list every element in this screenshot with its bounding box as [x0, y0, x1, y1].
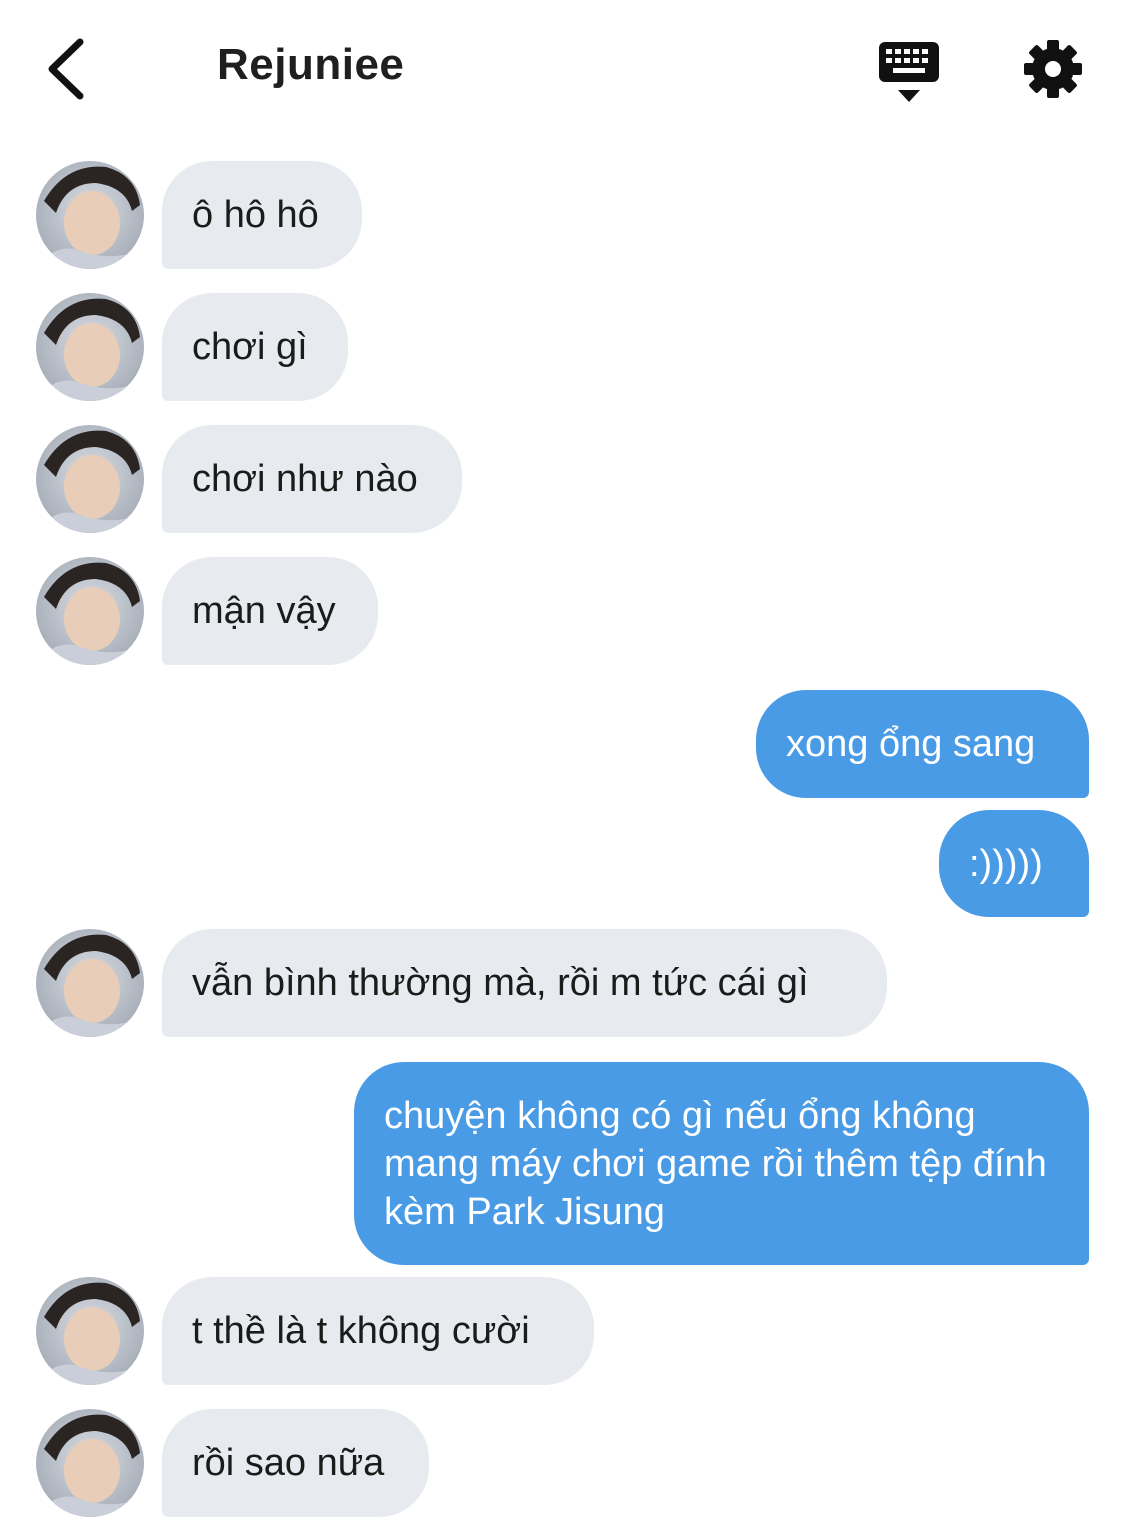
back-button[interactable]: [40, 36, 100, 102]
conversation-title: Rejuniee: [217, 40, 405, 89]
settings-button[interactable]: [1022, 38, 1084, 100]
keyboard-button[interactable]: [876, 40, 942, 104]
avatar[interactable]: [36, 1277, 144, 1385]
avatar[interactable]: [36, 929, 144, 1037]
message-bubble-incoming[interactable]: mận vậy: [162, 557, 378, 665]
message-bubble-incoming[interactable]: rồi sao nữa: [162, 1409, 429, 1517]
avatar[interactable]: [36, 425, 144, 533]
avatar[interactable]: [36, 557, 144, 665]
message-bubble-incoming[interactable]: chơi như nào: [162, 425, 462, 533]
chevron-left-icon: [48, 38, 84, 100]
message-bubble-outgoing[interactable]: xong ổng sang: [756, 690, 1089, 798]
message-bubble-outgoing[interactable]: :))))): [939, 810, 1089, 917]
message-bubble-incoming[interactable]: ô hô hô: [162, 161, 362, 269]
avatar[interactable]: [36, 293, 144, 401]
message-bubble-incoming[interactable]: t thề là t không cười: [162, 1277, 594, 1385]
message-bubble-incoming[interactable]: vẫn bình thường mà, rồi m tức cái gì: [162, 929, 887, 1037]
gear-icon: [1024, 40, 1082, 98]
avatar[interactable]: [36, 1409, 144, 1517]
avatar[interactable]: [36, 161, 144, 269]
message-bubble-incoming[interactable]: chơi gì: [162, 293, 348, 401]
keyboard-icon: [879, 42, 939, 102]
message-bubble-outgoing[interactable]: chuyện không có gì nếu ổng không mang má…: [354, 1062, 1089, 1265]
chat-header: Rejuniee: [0, 0, 1125, 140]
